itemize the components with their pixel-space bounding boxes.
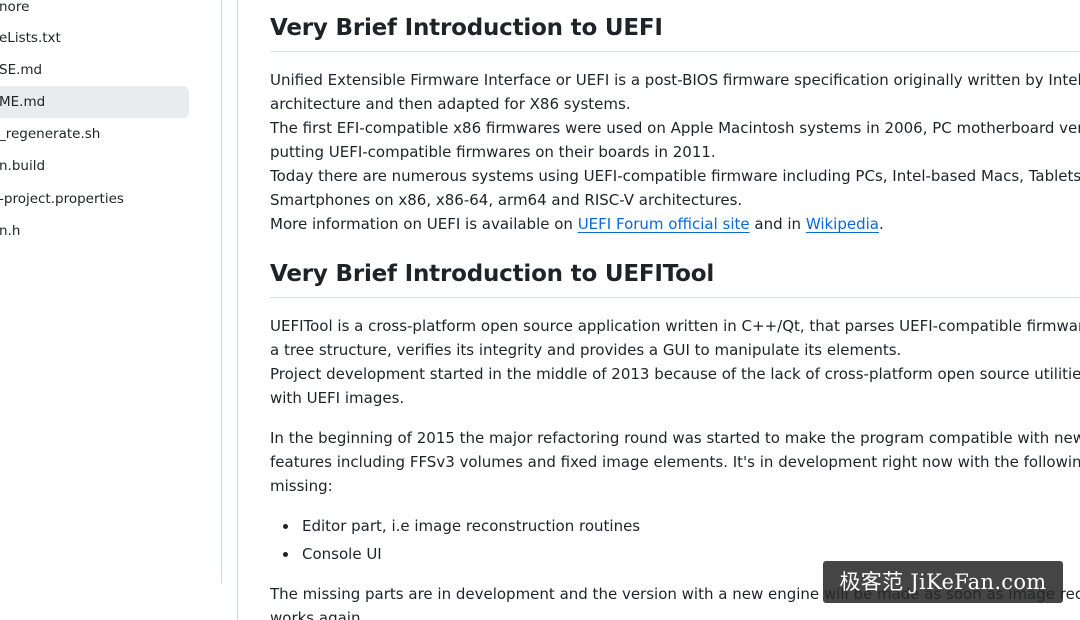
heading-rule [270,297,1080,298]
tree-item-meson-build[interactable]: n.build [0,150,189,182]
paragraph-line: a tree structure, verifies its integrity… [270,341,902,359]
more-info-middle: and in [749,215,806,233]
tree-item-label: _regenerate.sh [0,126,101,142]
paragraph-line: with UEFI images. [270,389,405,407]
tree-item-label: n.build [0,158,46,174]
bullet-dot [283,524,288,529]
section-heading-uefitool: Very Brief Introduction to UEFITool [270,261,715,287]
paragraph-line: Project development started in the middl… [270,365,1080,383]
tree-item-label: SE.md [0,62,43,78]
paragraph-line: works again. [270,609,366,620]
tree-item-label: ME.md [0,94,46,110]
tree-item-cmakelists[interactable]: eLists.txt [0,22,189,54]
paragraph-line: UEFITool is a cross-platform open source… [270,317,1080,335]
more-info-line: More information on UEFI is available on… [270,212,884,236]
tree-item-license[interactable]: SE.md [0,54,189,86]
tree-item-project-properties[interactable]: -project.properties [0,183,189,215]
paragraph-line: Today there are numerous systems using U… [270,167,1080,185]
tree-item-label: -project.properties [0,191,124,207]
paragraph-line: Smartphones on x86, x86-64, arm64 and RI… [270,191,743,209]
paragraph-line: In the beginning of 2015 the major refac… [270,429,1080,447]
section-heading-uefi: Very Brief Introduction to UEFI [270,15,663,41]
list-item: Editor part, i.e image reconstruction ro… [302,517,641,535]
content-divider [237,0,238,620]
wikipedia-link[interactable]: Wikipedia [806,215,879,233]
paragraph-line: architecture and then adapted for X86 sy… [270,95,631,113]
uefi-forum-link[interactable]: UEFI Forum official site [578,215,750,233]
tree-item-regenerate-script[interactable]: _regenerate.sh [0,118,189,150]
paragraph-line: missing: [270,477,333,495]
heading-rule [270,51,1080,52]
tree-item-label: eLists.txt [0,30,61,46]
site-watermark: 极客范 JiKeFan.com [823,561,1063,603]
list-item: Console UI [302,545,382,563]
more-info-suffix: . [878,215,884,233]
file-tree: nore eLists.txt SE.md ME.md _regenerate.… [0,0,222,583]
paragraph-line: putting UEFI-compatible firmwares on the… [270,143,716,161]
paragraph-line: Unified Extensible Firmware Interface or… [270,71,1080,89]
bullet-dot [283,552,288,557]
tree-item-readme[interactable]: ME.md [0,86,189,118]
more-info-prefix: More information on UEFI is available on [270,215,578,233]
tree-item-gitignore[interactable]: nore [0,0,189,23]
paragraph-line: features including FFSv3 volumes and fix… [270,453,1080,471]
tree-item-label: nore [0,0,30,15]
tree-item-version-header[interactable]: n.h [0,215,189,247]
readme-article: Very Brief Introduction to UEFI Unified … [270,0,1080,620]
tree-item-label: n.h [0,223,21,239]
paragraph-line: The first EFI-compatible x86 firmwares w… [270,119,1080,137]
